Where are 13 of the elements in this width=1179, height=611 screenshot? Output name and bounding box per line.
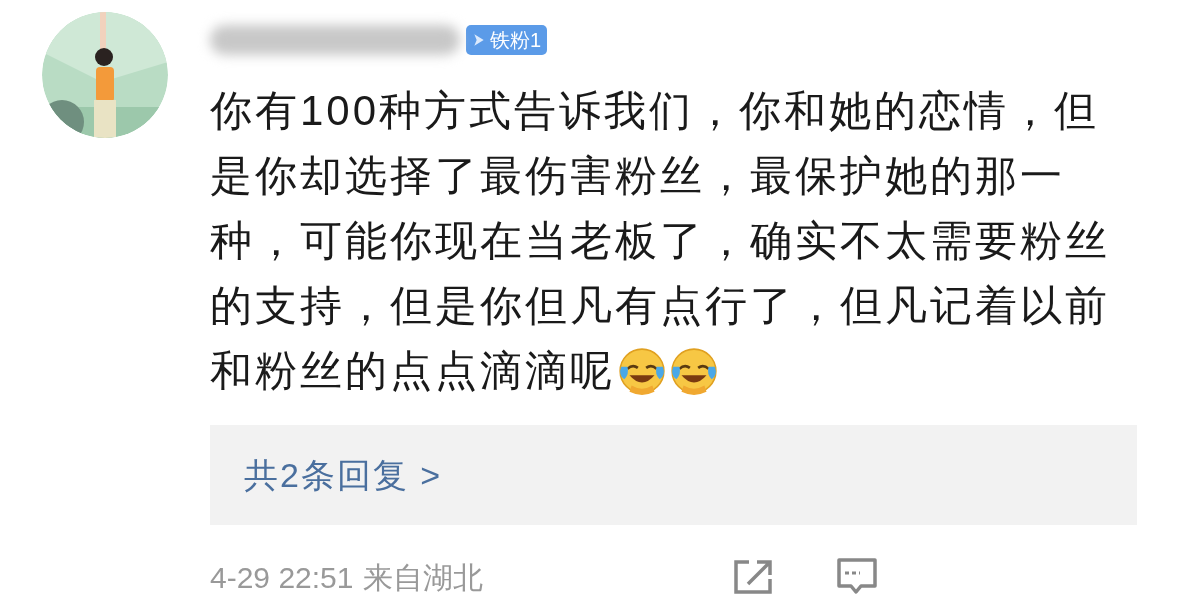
share-icon[interactable] bbox=[733, 559, 774, 595]
comment-time: 4-29 22:51 bbox=[210, 559, 354, 596]
laughing-crying-emoji-icon bbox=[669, 345, 719, 396]
comment-text-line: 的支持，但是你但凡有点行了，但凡记着以前 bbox=[210, 281, 1110, 331]
fan-badge: 铁粉1 bbox=[466, 25, 548, 55]
comment-text-line: 和粉丝的点点滴滴呢 bbox=[210, 346, 615, 396]
comment-location: 来自湖北 bbox=[363, 559, 484, 596]
comment-icon[interactable] bbox=[836, 557, 879, 597]
comment-text-line: 种，可能你现在当老板了，确实不太需要粉丝 bbox=[210, 216, 1110, 266]
comment-text-line: 是你却选择了最伤害粉丝，最保护她的那一 bbox=[210, 151, 1065, 201]
comment-text-line: 你有100种方式告诉我们，你和她的恋情，但 bbox=[210, 86, 1100, 136]
laughing-crying-emoji-icon bbox=[617, 345, 667, 396]
replies-link[interactable]: 共2条回复 > bbox=[210, 425, 1137, 525]
